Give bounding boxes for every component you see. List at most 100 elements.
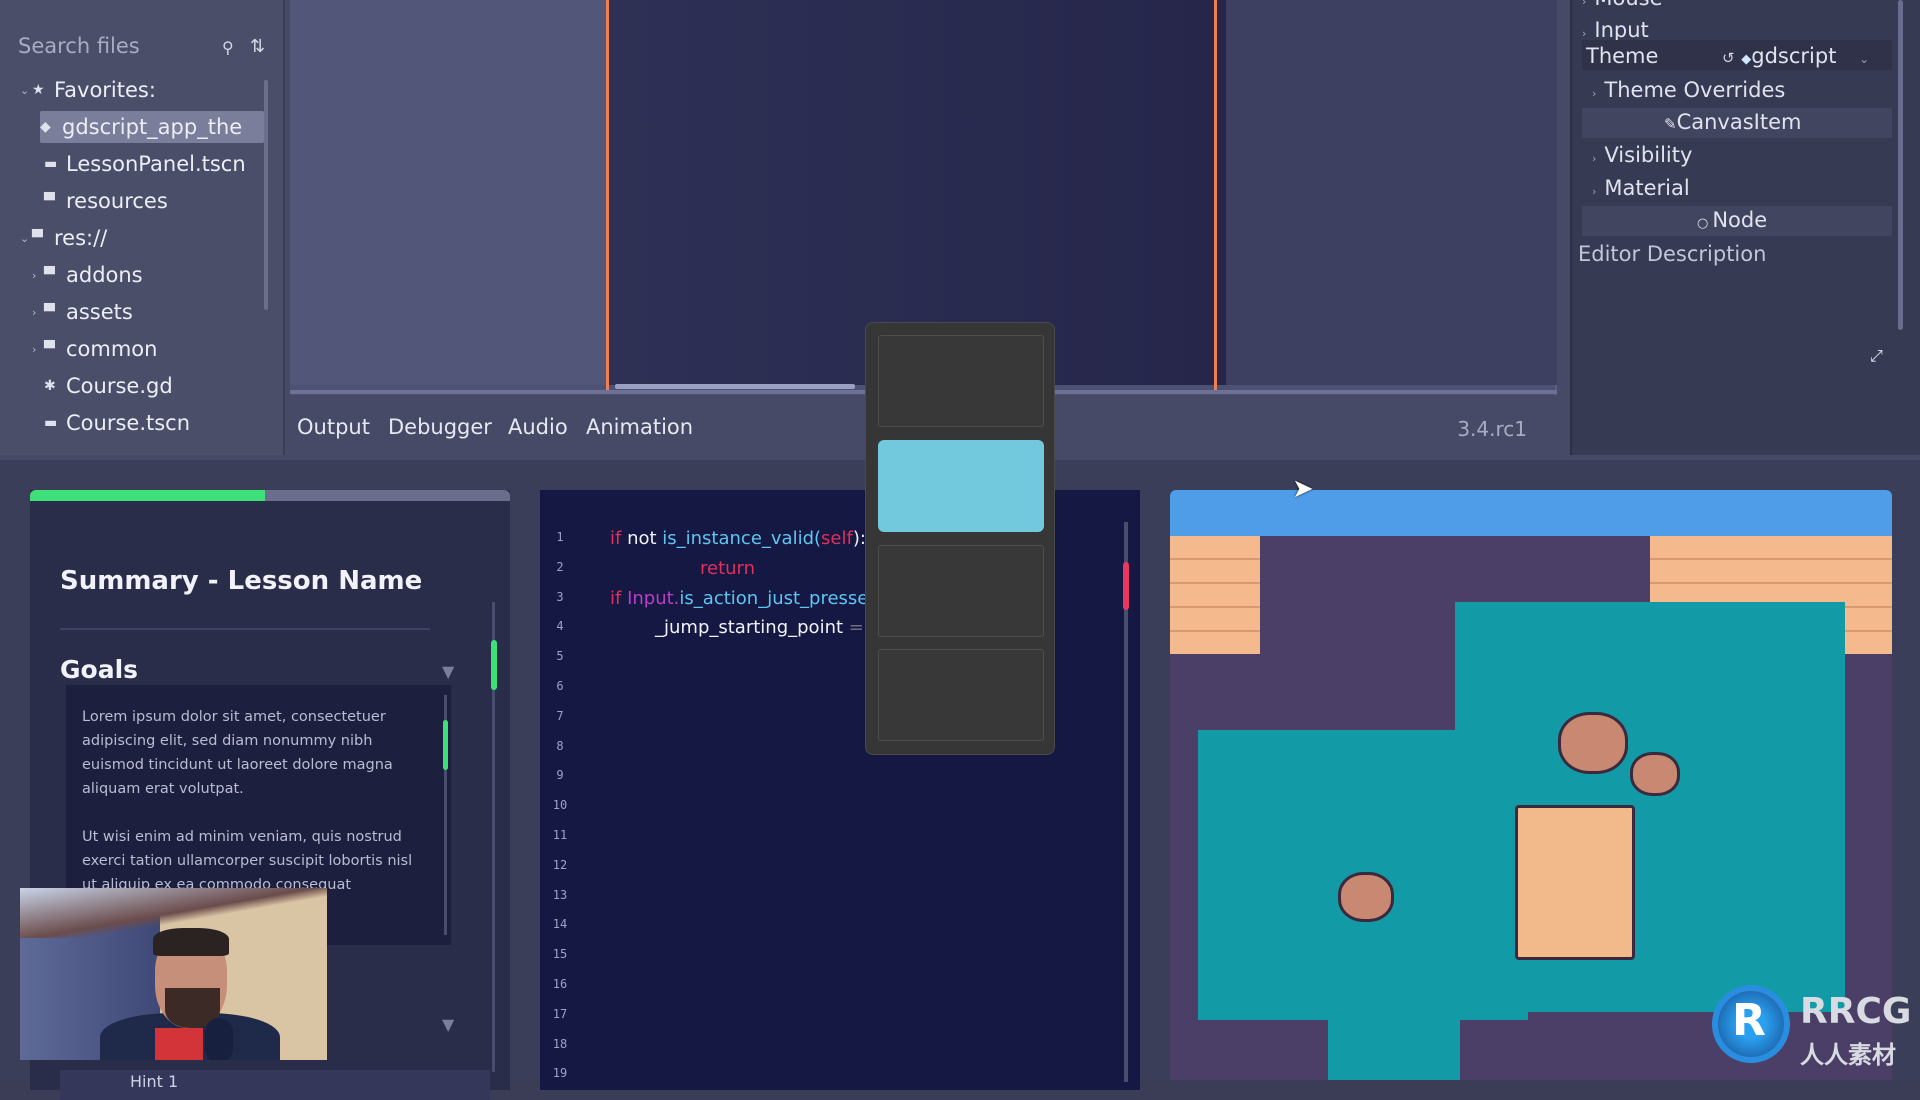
tab-animation[interactable]: Animation bbox=[586, 415, 693, 439]
hint-bar[interactable] bbox=[60, 1070, 490, 1100]
expand-arrow-icon[interactable]: › bbox=[32, 343, 44, 356]
code-token: return bbox=[700, 557, 756, 579]
goals-heading: Goals bbox=[60, 655, 139, 684]
line-number: 3 bbox=[556, 589, 564, 604]
theme-resource-icon: ◆ bbox=[40, 119, 51, 135]
swatch-selected[interactable] bbox=[878, 440, 1044, 532]
summary-scrollbar-thumb[interactable] bbox=[491, 640, 497, 690]
inspector-section-input[interactable]: › Input bbox=[1582, 18, 1649, 42]
inspector-section-visibility[interactable]: › Visibility bbox=[1592, 143, 1692, 167]
line-number: 2 bbox=[556, 559, 564, 574]
watermark-logo-letter: R bbox=[1732, 995, 1766, 1046]
theme-resource-name: gdscript bbox=[1751, 44, 1837, 68]
revert-icon[interactable]: ↺ bbox=[1722, 49, 1735, 67]
file-tree-item[interactable]: ▬ LessonPanel.tscn bbox=[32, 148, 246, 180]
inspector-section-theme-overrides[interactable]: › Theme Overrides bbox=[1592, 78, 1785, 102]
theme-property-value[interactable]: ↺ ◆gdscript ⌄ bbox=[1722, 44, 1869, 68]
viewport-horizontal-scrollbar[interactable] bbox=[615, 384, 855, 389]
file-tree-label: Favorites: bbox=[54, 78, 156, 102]
file-tree-label: LessonPanel.tscn bbox=[66, 152, 246, 176]
line-number: 13 bbox=[552, 887, 568, 902]
watermark-sub: 人人素材 bbox=[1800, 1041, 1896, 1069]
expand-arrow-icon[interactable]: › bbox=[32, 306, 44, 319]
theme-resource-icon: ◆ bbox=[1741, 52, 1752, 67]
sort-icon[interactable]: ⇅ bbox=[250, 36, 265, 57]
water-pool bbox=[1460, 990, 1730, 1012]
line-number: 16 bbox=[552, 977, 568, 991]
line-number: 11 bbox=[552, 828, 568, 842]
file-tree-item[interactable]: › ▀ addons bbox=[32, 259, 143, 291]
collapse-triangle-icon[interactable]: ▼ bbox=[442, 662, 454, 681]
inspector-scrollbar[interactable] bbox=[1898, 0, 1903, 330]
expand-arrow-icon[interactable]: › bbox=[32, 269, 44, 282]
file-tree-item[interactable]: ◆ gdscript_app_the bbox=[40, 111, 264, 143]
file-dock-scrollbar[interactable] bbox=[264, 80, 268, 310]
scene-clapper-icon: ▬ bbox=[44, 415, 58, 431]
line-number: 17 bbox=[552, 1006, 568, 1021]
watermark: R RRCG 人人素材 bbox=[1712, 985, 1920, 1080]
tab-audio[interactable]: Audio bbox=[508, 415, 568, 439]
watermark-brand: RRCG bbox=[1800, 991, 1912, 1032]
file-system-dock: Search files ⚲ ⇅ ⌄ ★ Favorites: ◆ gdscript_a… bbox=[0, 0, 285, 455]
file-tree-label: common bbox=[66, 337, 158, 361]
code-token: ): bbox=[852, 528, 866, 549]
folder-icon: ▀ bbox=[44, 193, 55, 209]
file-tree-item[interactable]: ▬ Course.tscn bbox=[32, 407, 190, 439]
line-number: 15 bbox=[552, 947, 568, 962]
swatch[interactable] bbox=[878, 649, 1044, 741]
line-number: 19 bbox=[552, 1066, 568, 1081]
swatch-popup bbox=[865, 322, 1055, 755]
collapse-triangle-icon[interactable]: ▼ bbox=[442, 1015, 454, 1034]
file-tree-item[interactable]: ✱ Course.gd bbox=[32, 370, 173, 402]
shirt-print bbox=[155, 1028, 203, 1060]
line-number: 18 bbox=[552, 1036, 568, 1051]
code-token: not bbox=[627, 528, 663, 549]
swatch[interactable] bbox=[878, 545, 1044, 637]
line-number: 12 bbox=[552, 857, 568, 872]
microphone bbox=[205, 1018, 233, 1060]
file-tree-item[interactable]: ⌄ ★ Favorites: bbox=[20, 74, 156, 106]
line-number: 10 bbox=[552, 798, 568, 813]
file-tree-item[interactable]: › ▀ common bbox=[32, 333, 157, 365]
gear-script-icon: ✱ bbox=[44, 378, 56, 394]
category-label: Node bbox=[1712, 208, 1768, 232]
version-label: 3.4.rc1 bbox=[1457, 417, 1527, 441]
expand-arrow-icon[interactable]: ⌄ bbox=[20, 84, 32, 97]
code-token: if bbox=[610, 528, 628, 549]
file-tree-item[interactable]: ⌄ ▀ res:// bbox=[20, 222, 107, 254]
viewport-left-region bbox=[290, 0, 606, 385]
pencil-icon: ✎ bbox=[1664, 115, 1677, 133]
expand-icon[interactable]: ⤢ bbox=[1870, 346, 1883, 366]
inspector-section-material[interactable]: › Material bbox=[1592, 176, 1690, 200]
swatch[interactable] bbox=[878, 335, 1044, 427]
folder-icon: ▀ bbox=[44, 267, 55, 283]
tab-output[interactable]: Output bbox=[297, 415, 370, 439]
code-token: is_instance_valid( bbox=[662, 528, 822, 549]
code-token: is_action_just_pressed bbox=[679, 587, 880, 609]
code-line: if not is_instance_valid(self): bbox=[610, 528, 866, 549]
search-files-input[interactable]: Search files bbox=[18, 34, 140, 58]
code-scrollbar-thumb[interactable] bbox=[1123, 562, 1129, 610]
chevron-down-icon[interactable]: ⌄ bbox=[1859, 52, 1869, 66]
section-label: Mouse bbox=[1594, 0, 1662, 10]
goals-paragraph: Ut wisi enim ad minim veniam, quis nostr… bbox=[82, 829, 413, 893]
line-number: 1 bbox=[556, 530, 564, 544]
line-number: 5 bbox=[556, 649, 564, 664]
expand-arrow-icon[interactable]: ⌄ bbox=[20, 232, 32, 245]
file-tree-item[interactable]: › ▀ assets bbox=[32, 296, 133, 328]
file-tree-item[interactable]: ▀ resources bbox=[32, 185, 168, 217]
line-number: 6 bbox=[556, 679, 564, 693]
line-number: 4 bbox=[556, 619, 564, 634]
inspector-section-mouse[interactable]: ›Mouse bbox=[1582, 0, 1663, 10]
file-tree-label: assets bbox=[66, 300, 133, 324]
goals-scrollbar-thumb[interactable] bbox=[443, 720, 448, 770]
editor-description-property[interactable]: Editor Description bbox=[1578, 242, 1766, 266]
rock bbox=[1630, 752, 1680, 796]
search-icon[interactable]: ⚲ bbox=[222, 38, 234, 57]
code-token: if bbox=[610, 587, 628, 609]
tab-debugger[interactable]: Debugger bbox=[388, 415, 492, 439]
guide-line-left[interactable] bbox=[606, 0, 609, 392]
sand-brick-block bbox=[1170, 536, 1260, 654]
guide-line-right[interactable] bbox=[1214, 0, 1217, 392]
water-pool bbox=[1328, 990, 1460, 1080]
